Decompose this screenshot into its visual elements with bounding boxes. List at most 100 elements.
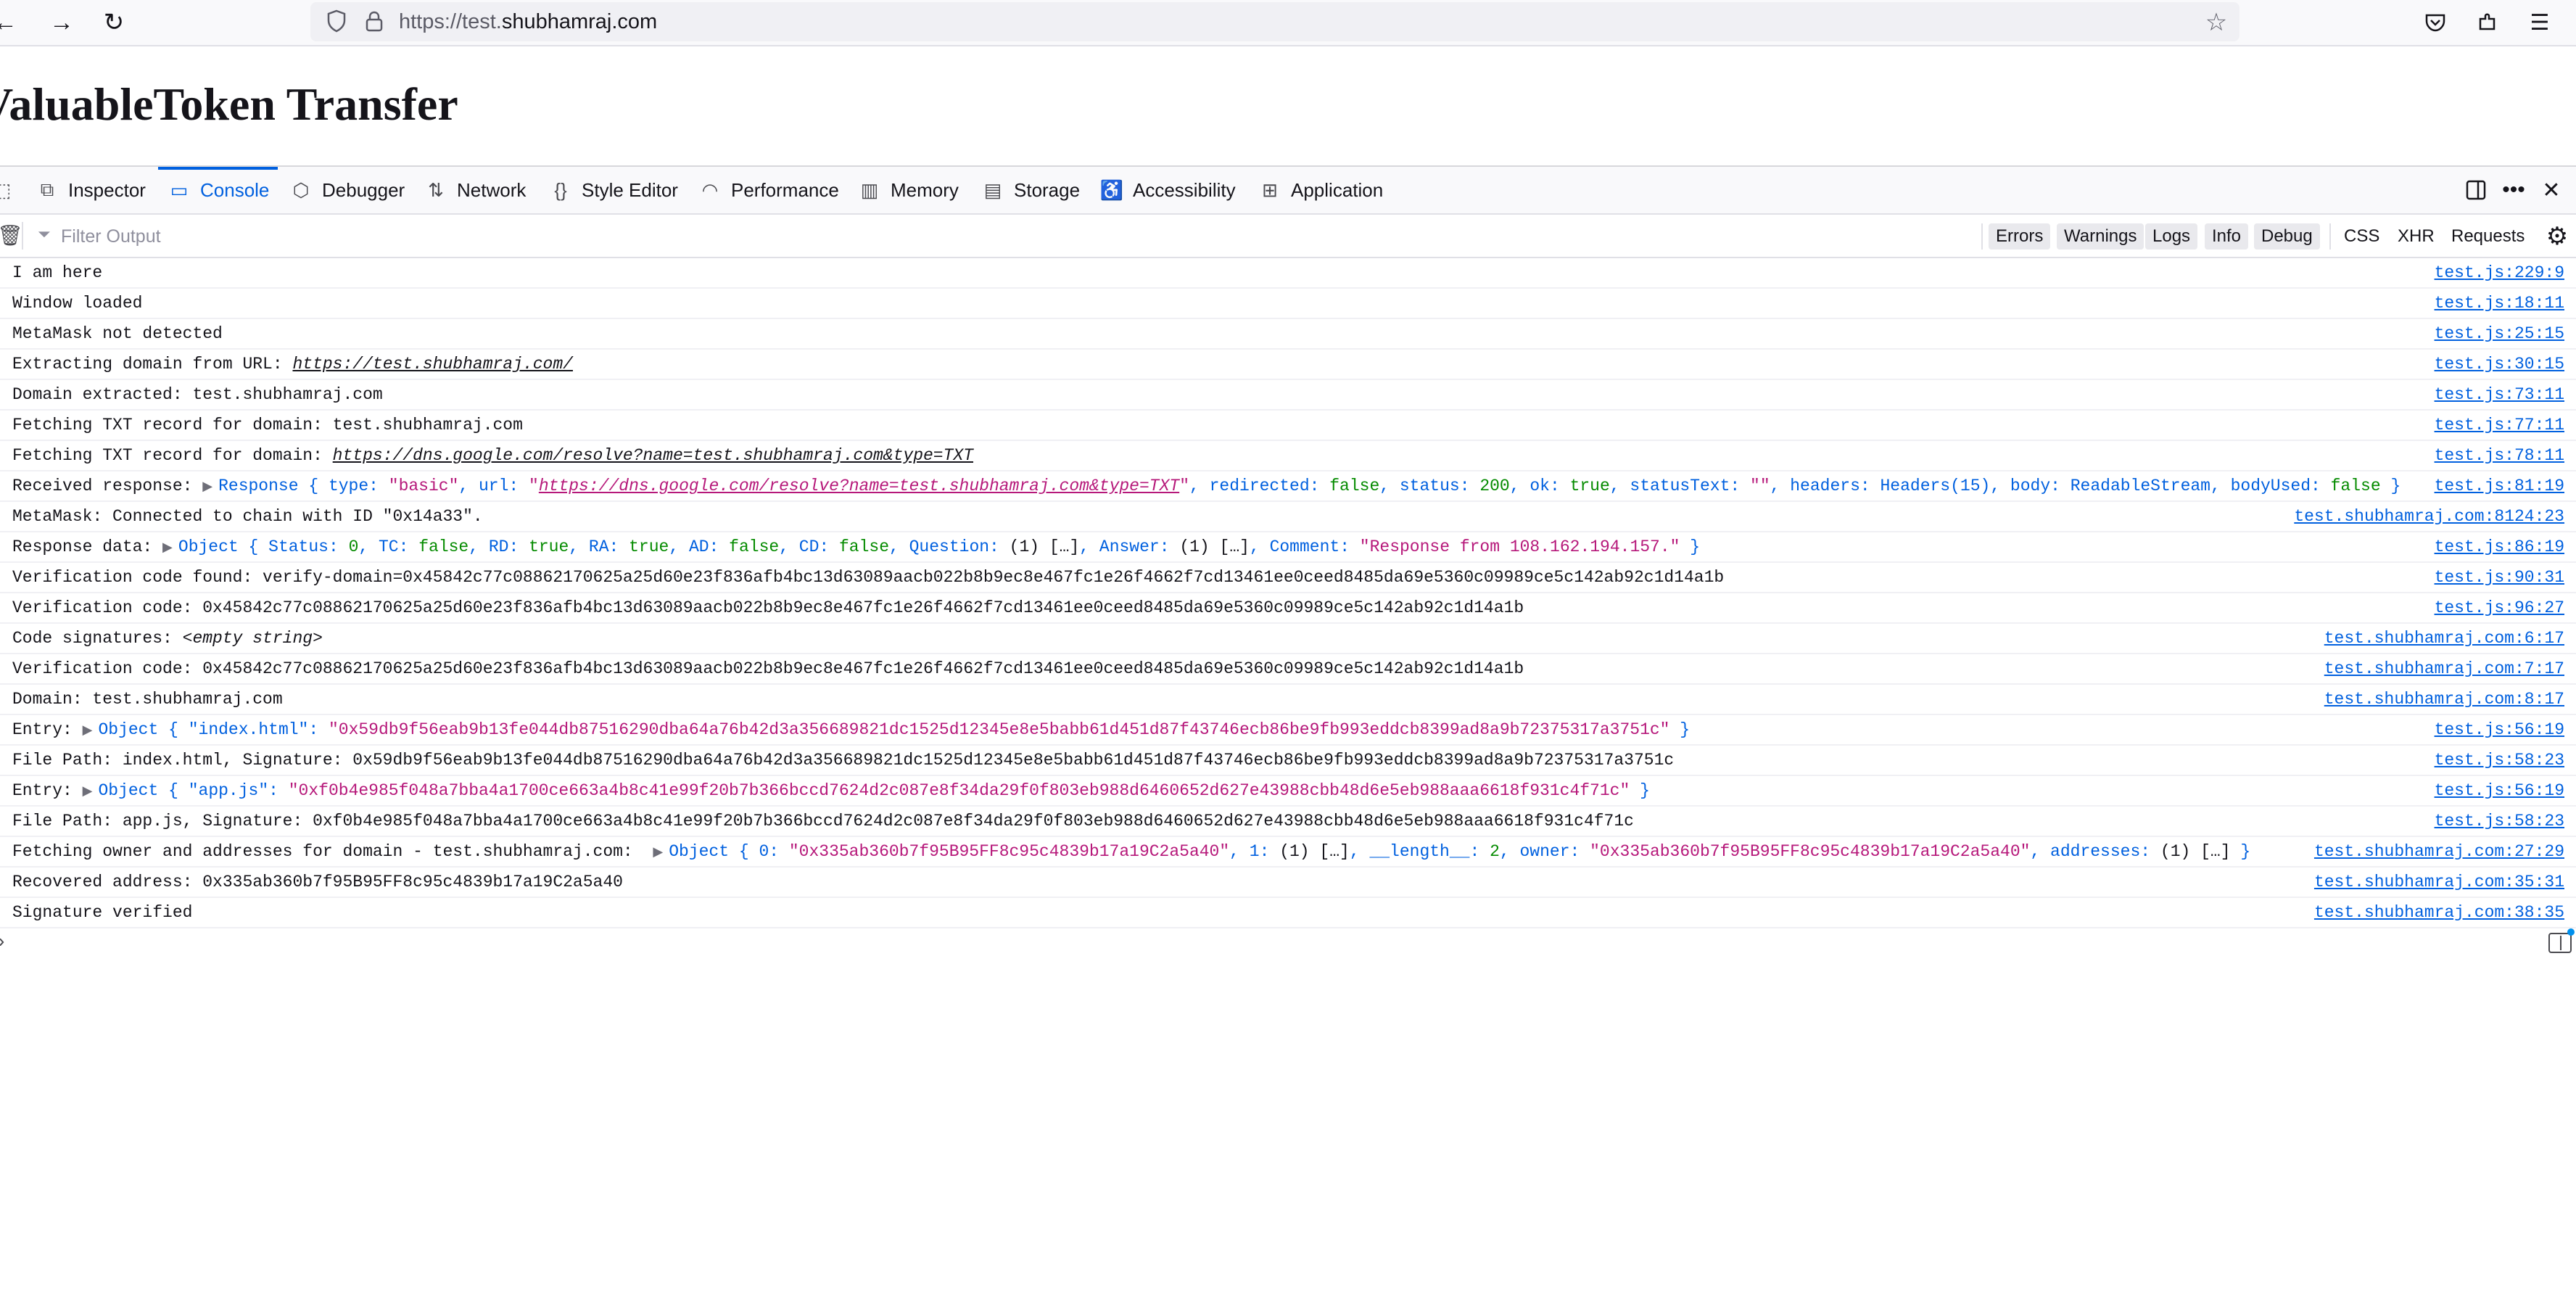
message-text: Code signatures: <empty string> — [12, 629, 323, 648]
tab-storage[interactable]: ▤ Storage — [981, 167, 1080, 213]
console-message: File Path: index.html, Signature: 0x59db… — [0, 746, 2576, 776]
source-location-link[interactable]: test.js:58:23 — [2435, 746, 2564, 775]
gear-icon[interactable]: ⚙ — [2543, 222, 2572, 251]
filter-css-button[interactable]: CSS — [2338, 223, 2385, 250]
filter-requests-button[interactable]: Requests — [2445, 223, 2530, 250]
notification-dot — [2567, 928, 2575, 936]
source-location-link[interactable]: test.js:73:11 — [2435, 380, 2564, 409]
console-input[interactable]: › — [0, 928, 2576, 960]
object-preview[interactable]: Object { "app.js": "0xf0b4e985f048a7bba4… — [98, 781, 1649, 800]
source-location-link[interactable]: test.js:90:31 — [2435, 563, 2564, 592]
source-location-link[interactable]: test.js:18:11 — [2435, 289, 2564, 318]
lock-icon[interactable] — [360, 7, 389, 36]
forward-arrow-icon[interactable]: → — [45, 6, 78, 39]
filter-logs-button[interactable]: Logs — [2145, 223, 2198, 250]
console-message: Fetching owner and addresses for domain … — [0, 837, 2576, 868]
filter-info-button[interactable]: Info — [2205, 223, 2249, 250]
shield-icon[interactable] — [322, 7, 351, 36]
message-text: Fetching TXT record for domain: test.shu… — [12, 416, 523, 434]
source-location-link[interactable]: test.js:58:23 — [2435, 807, 2564, 836]
more-options-icon[interactable]: ••• — [2498, 174, 2530, 206]
url-link[interactable]: https://dns.google.com/resolve?name=test… — [333, 446, 973, 465]
message-text: Recovered address: 0x335ab360b7f95B95FF8… — [12, 873, 623, 891]
source-location-link[interactable]: test.js:30:15 — [2435, 350, 2564, 379]
tab-console[interactable]: ▭ Console — [157, 167, 278, 213]
console-message: Recovered address: 0x335ab360b7f95B95FF8… — [0, 868, 2576, 898]
source-location-link[interactable]: test.shubhamraj.com:6:17 — [2324, 624, 2564, 653]
filter-warnings-button[interactable]: Warnings — [2057, 223, 2144, 250]
source-location-link[interactable]: test.shubhamraj.com:8124:23 — [2294, 502, 2564, 531]
object-preview[interactable]: Object { Status: 0, TC: false, RD: true,… — [178, 537, 1700, 556]
tab-network[interactable]: ⇅ Network — [424, 167, 526, 213]
reload-icon[interactable]: ↻ — [97, 6, 131, 39]
message-text: MetaMask: Connected to chain with ID "0x… — [12, 507, 483, 526]
message-text: File Path: index.html, Signature: 0x59db… — [12, 751, 1675, 770]
filter-xhr-button[interactable]: XHR — [2392, 223, 2440, 250]
source-location-link[interactable]: test.js:96:27 — [2435, 593, 2564, 622]
source-location-link[interactable]: test.js:81:19 — [2435, 471, 2564, 500]
tab-memory[interactable]: ▥ Memory — [857, 167, 959, 213]
source-location-link[interactable]: test.js:56:19 — [2435, 776, 2564, 805]
url-link[interactable]: https://test.shubhamraj.com/ — [292, 355, 572, 374]
hamburger-menu-icon[interactable]: ☰ — [2524, 7, 2556, 38]
source-location-link[interactable]: test.js:25:15 — [2435, 319, 2564, 348]
url-text[interactable]: https://test.shubhamraj.com — [399, 7, 657, 36]
object-preview[interactable]: Object { 0: "0x335ab360b7f95B95FF8c95c48… — [669, 842, 2250, 861]
console-message: Received response: ▶ Response { type: "ba… — [0, 471, 2576, 502]
expand-triangle-icon[interactable]: ▶ — [162, 541, 173, 556]
source-location-link[interactable]: test.js:77:11 — [2435, 411, 2564, 440]
tab-inspector[interactable]: ⧉ Inspector — [35, 167, 146, 213]
source-location-link[interactable]: test.js:86:19 — [2435, 532, 2564, 561]
source-location-link[interactable]: test.shubhamraj.com:35:31 — [2314, 868, 2564, 897]
tab-application[interactable]: ⊞ Application — [1258, 167, 1383, 213]
tab-performance[interactable]: ◠ Performance — [698, 167, 839, 213]
object-preview[interactable]: Response { type: "basic", url: "https://… — [218, 477, 2400, 495]
url-domain: shubhamraj.com — [501, 10, 658, 33]
tab-style-editor[interactable]: {} Style Editor — [548, 167, 678, 213]
message-text: Verification code found: verify-domain=0… — [12, 568, 1725, 587]
source-location-link[interactable]: test.js:78:11 — [2435, 441, 2564, 470]
element-picker-icon[interactable]: ⬚ — [0, 167, 15, 213]
expand-triangle-icon[interactable]: ▶ — [83, 724, 93, 738]
page-title: ValuableToken Transfer — [0, 78, 458, 130]
trash-icon[interactable]: 🗑 — [0, 223, 23, 248]
dock-side-icon[interactable] — [2460, 174, 2492, 206]
console-message: Domain extracted: test.shubhamraj.com te… — [0, 380, 2576, 411]
filter-errors-button[interactable]: Errors — [1989, 223, 2051, 250]
source-location-link[interactable]: test.shubhamraj.com:38:35 — [2314, 898, 2564, 927]
source-location-link[interactable]: test.js:56:19 — [2435, 715, 2564, 744]
source-location-link[interactable]: test.shubhamraj.com:7:17 — [2324, 654, 2564, 683]
filter-debug-button[interactable]: Debug — [2254, 223, 2320, 250]
source-location-link[interactable]: test.js:229:9 — [2435, 258, 2564, 287]
message-text: I am here — [12, 263, 103, 282]
divider — [1981, 223, 1983, 250]
sidebar-toggle-icon[interactable] — [2548, 933, 2572, 953]
console-filter-bar: 🗑 ⏷ Errors Warnings Logs Info Debug CSS … — [0, 215, 2576, 258]
message-text: File Path: app.js, Signature: 0xf0b4e985… — [12, 812, 1634, 831]
network-icon: ⇅ — [428, 178, 444, 201]
devtools-toolbar: ⬚ ⧉ Inspector ▭ Console ⬡ Debugger ⇅ Network… — [0, 167, 2576, 215]
message-text: Fetching TXT record for domain: https://… — [12, 446, 974, 465]
tab-accessibility[interactable]: ♿ Accessibility — [1099, 167, 1236, 213]
close-icon[interactable]: ✕ — [2535, 174, 2567, 206]
tab-debugger[interactable]: ⬡ Debugger — [289, 167, 405, 213]
message-text: Entry: ▶ Object { "index.html": "0x59db9f… — [12, 720, 1690, 739]
expand-triangle-icon[interactable]: ▶ — [83, 785, 93, 799]
source-location-link[interactable]: test.shubhamraj.com:8:17 — [2324, 685, 2564, 714]
star-icon[interactable]: ☆ — [2200, 7, 2232, 38]
expand-triangle-icon[interactable]: ▶ — [202, 480, 212, 495]
console-message: Code signatures: <empty string> test.shu… — [0, 624, 2576, 654]
console-message: MetaMask: Connected to chain with ID "0x… — [0, 502, 2576, 532]
message-text: Domain: test.shubhamraj.com — [12, 690, 283, 709]
source-location-link[interactable]: test.shubhamraj.com:27:29 — [2314, 837, 2564, 866]
extensions-icon[interactable] — [2472, 7, 2503, 38]
filter-output-input[interactable] — [35, 221, 1223, 252]
divider — [2329, 223, 2331, 250]
back-arrow-icon[interactable]: ← — [0, 6, 22, 39]
prompt-chevron-icon: › — [0, 931, 7, 953]
message-text: MetaMask not detected — [12, 324, 223, 343]
expand-triangle-icon[interactable]: ▶ — [653, 846, 663, 860]
pocket-icon[interactable] — [2419, 7, 2451, 38]
console-message: Domain: test.shubhamraj.com test.shubham… — [0, 685, 2576, 715]
object-preview[interactable]: Object { "index.html": "0x59db9f56eab9b1… — [98, 720, 1690, 739]
